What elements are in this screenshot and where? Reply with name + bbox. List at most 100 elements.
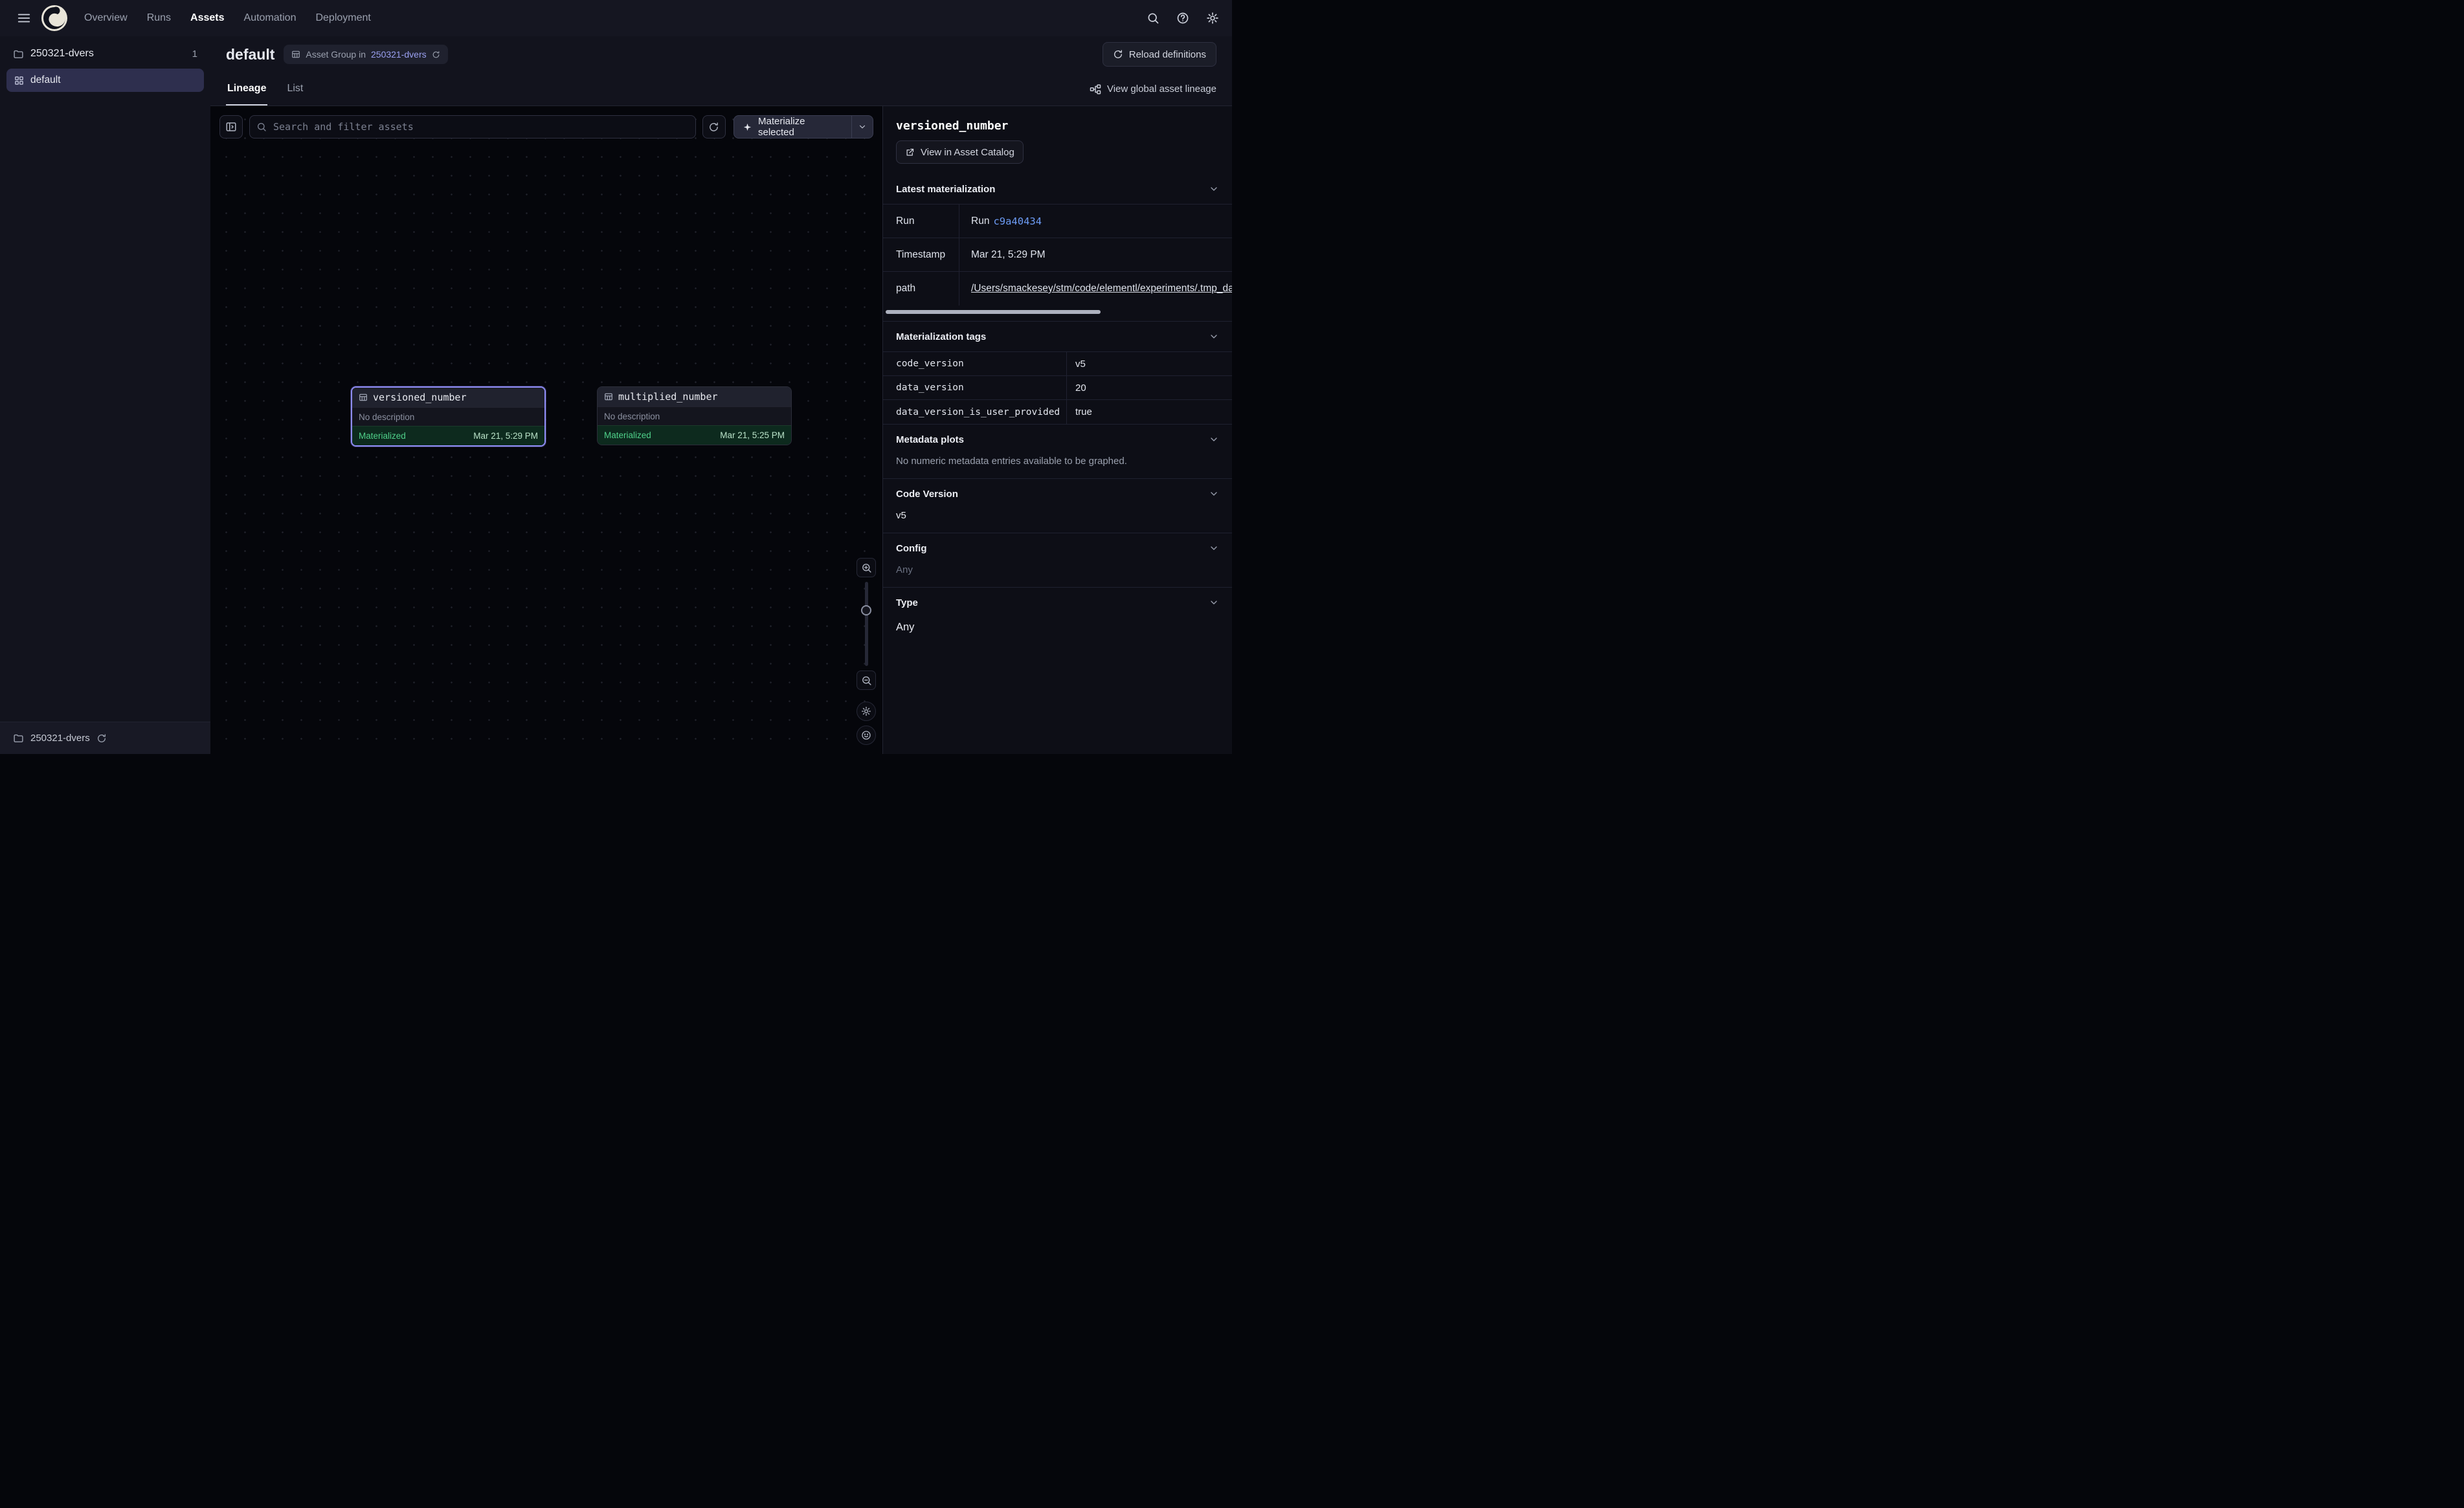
materialized-status: Materialized (604, 430, 651, 440)
refresh-icon[interactable] (432, 50, 440, 59)
section-heading: Code Version (896, 489, 958, 500)
asset-detail-title: versioned_number (896, 119, 1219, 133)
horizontal-scrollbar[interactable] (884, 309, 1231, 315)
sidebar-item-default[interactable]: default (6, 69, 204, 92)
section-materialization-tags: Materialization tags code_version v5 dat… (883, 321, 1232, 424)
dagster-logo[interactable] (40, 4, 69, 32)
tag-row: data_version 20 (883, 376, 1232, 400)
metadata-plots-empty-text: No numeric metadata entries available to… (883, 454, 1232, 478)
view-in-asset-catalog-button[interactable]: View in Asset Catalog (896, 140, 1024, 164)
gear-icon[interactable] (1206, 12, 1219, 25)
tag-value: v5 (1067, 352, 1232, 375)
run-id-link[interactable]: c9a40434 (993, 216, 1042, 227)
scrollbar-thumb[interactable] (886, 310, 1101, 314)
asset-node-multiplied-number[interactable]: multiplied_number No description Materia… (597, 386, 792, 445)
nav-runs[interactable]: Runs (147, 12, 171, 24)
timestamp-label: Timestamp (883, 238, 959, 271)
nav-assets[interactable]: Assets (190, 12, 224, 24)
search-icon (256, 122, 267, 132)
sidebar-footer: 250321-dvers (0, 722, 210, 754)
path-label: path (883, 272, 959, 305)
chevron-down-icon[interactable] (1209, 489, 1219, 499)
section-heading: Type (896, 597, 918, 608)
tab-lineage[interactable]: Lineage (226, 72, 267, 105)
main-nav: Overview Runs Assets Automation Deployme… (84, 12, 371, 24)
feedback-smiley-icon[interactable] (857, 726, 876, 745)
refresh-icon[interactable] (96, 733, 107, 744)
section-metadata-plots: Metadata plots No numeric metadata entri… (883, 424, 1232, 478)
materialized-status: Materialized (359, 431, 406, 441)
table-icon (291, 50, 300, 59)
run-row: Run Run c9a40434 (883, 205, 1232, 238)
sidebar-group-count: 1 (192, 49, 197, 60)
run-value-prefix: Run (971, 216, 989, 227)
tag-row: data_version_is_user_provided true (883, 400, 1232, 424)
toggle-sidebar-panel-button[interactable] (219, 115, 243, 139)
folder-icon (13, 733, 24, 744)
tag-row: code_version v5 (883, 352, 1232, 376)
tabs-row: Lineage List View global asset lineage (210, 72, 1232, 106)
asset-node-description: No description (352, 407, 544, 426)
chevron-down-icon[interactable] (1209, 434, 1219, 445)
view-global-lineage-label: View global asset lineage (1107, 83, 1216, 94)
reload-icon (1113, 49, 1123, 60)
sidebar-footer-label: 250321-dvers (30, 733, 90, 744)
hamburger-menu-icon[interactable] (13, 7, 35, 29)
materialize-selected-label: Materialize selected (758, 116, 843, 138)
chevron-down-icon[interactable] (1209, 184, 1219, 194)
page-header: default Asset Group in 250321-dvers Relo… (210, 36, 1232, 72)
nav-automation[interactable]: Automation (244, 12, 297, 24)
lineage-graph-canvas[interactable]: Materialize selected (210, 106, 882, 754)
chevron-down-icon[interactable] (1209, 543, 1219, 553)
chevron-down-icon[interactable] (1209, 597, 1219, 608)
search-assets-input[interactable] (249, 115, 696, 139)
tab-list[interactable]: List (286, 72, 304, 105)
view-global-lineage-link[interactable]: View global asset lineage (1090, 72, 1216, 105)
graph-settings-gear-icon[interactable] (857, 702, 876, 721)
section-code-version: Code Version v5 (883, 478, 1232, 533)
page-title: default (226, 46, 274, 63)
refresh-graph-button[interactable] (702, 115, 726, 139)
zoom-out-icon[interactable] (857, 671, 876, 690)
top-nav: Overview Runs Assets Automation Deployme… (0, 0, 1232, 36)
asset-search (249, 115, 696, 139)
section-latest-materialization: Latest materialization Run Run c9a40434 (883, 174, 1232, 321)
path-value-link[interactable]: /Users/smackesey/stm/code/elementl/exper… (971, 283, 1232, 294)
asset-node-description: No description (598, 406, 791, 425)
chevron-down-icon[interactable] (1209, 331, 1219, 342)
tag-value: 20 (1067, 376, 1232, 399)
nav-deployment[interactable]: Deployment (315, 12, 370, 24)
external-link-icon (905, 148, 915, 157)
materialized-timestamp: Mar 21, 5:29 PM (473, 431, 538, 441)
folder-icon (13, 49, 24, 60)
nav-overview[interactable]: Overview (84, 12, 128, 24)
materialized-timestamp: Mar 21, 5:25 PM (720, 430, 785, 440)
table-icon (604, 392, 613, 401)
asset-node-versioned-number[interactable]: versioned_number No description Material… (351, 386, 546, 447)
sidebar-item-label: default (30, 74, 61, 86)
badge-group-link[interactable]: 250321-dvers (371, 49, 427, 60)
search-icon[interactable] (1147, 12, 1159, 25)
section-heading: Materialization tags (896, 331, 986, 342)
asset-node-name: multiplied_number (618, 391, 718, 403)
zoom-slider-handle[interactable] (861, 605, 871, 615)
asset-node-name: versioned_number (373, 392, 467, 403)
reload-definitions-button[interactable]: Reload definitions (1103, 42, 1216, 67)
view-in-asset-catalog-label: View in Asset Catalog (921, 147, 1014, 158)
zoom-in-icon[interactable] (857, 558, 876, 577)
zoom-slider[interactable] (857, 582, 876, 666)
asset-group-badge[interactable]: Asset Group in 250321-dvers (284, 45, 447, 64)
asset-groups-sidebar: 250321-dvers 1 default 250321-dvers (0, 36, 210, 754)
asset-details-panel: versioned_number View in Asset Catalog L… (882, 106, 1232, 754)
badge-prefix: Asset Group in (306, 49, 366, 60)
sidebar-group-row[interactable]: 250321-dvers 1 (0, 36, 210, 67)
graph-toolbar: Materialize selected (219, 115, 873, 139)
materialize-dropdown-caret[interactable] (851, 116, 873, 138)
path-row: path /Users/smackesey/stm/code/elementl/… (883, 272, 1232, 305)
materialize-selected-button[interactable]: Materialize selected (734, 115, 873, 139)
table-icon (359, 393, 368, 402)
section-heading: Latest materialization (896, 184, 995, 195)
help-icon[interactable] (1176, 12, 1189, 25)
tag-value: true (1067, 400, 1232, 424)
type-value: Any (883, 617, 1232, 645)
